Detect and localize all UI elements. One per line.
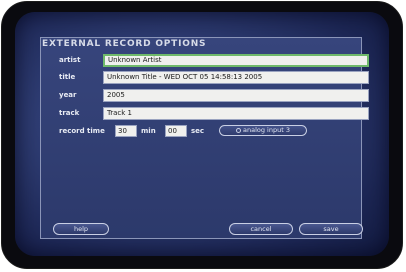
cancel-button[interactable]: cancel	[229, 223, 293, 235]
save-button[interactable]: save	[299, 223, 363, 235]
minutes-input[interactable]: 30	[115, 125, 137, 137]
options-panel	[40, 37, 362, 239]
screen-content: EXTERNAL RECORD OPTIONS artist Unknown A…	[14, 11, 388, 255]
title-input[interactable]: Unknown Title - WED OCT 05 14:58:13 2005	[103, 71, 369, 84]
artist-label: artist	[59, 56, 81, 64]
year-input[interactable]: 2005	[103, 89, 369, 102]
dialog-title: EXTERNAL RECORD OPTIONS	[42, 39, 207, 49]
input-source-selector[interactable]: analog input 3	[219, 125, 307, 136]
minutes-unit-label: min	[141, 127, 156, 135]
track-label: track	[59, 109, 80, 117]
record-time-label: record time	[59, 127, 105, 135]
radio-dot-icon	[236, 128, 241, 133]
year-label: year	[59, 91, 77, 99]
artist-input[interactable]: Unknown Artist	[103, 54, 369, 67]
seconds-unit-label: sec	[191, 127, 205, 135]
input-source-label: analog input 3	[243, 126, 290, 134]
track-input[interactable]: Track 1	[103, 107, 369, 120]
seconds-input[interactable]: 00	[165, 125, 187, 137]
help-button[interactable]: help	[53, 223, 109, 235]
title-label: title	[59, 73, 76, 81]
